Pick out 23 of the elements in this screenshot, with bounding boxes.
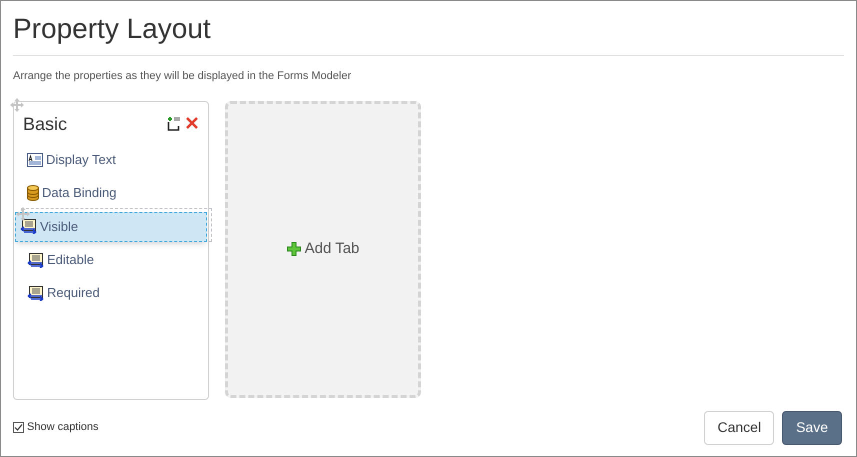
form-field-icon (27, 252, 44, 268)
property-item[interactable]: Data Binding (23, 176, 199, 210)
show-captions-checkbox[interactable]: Show captions (13, 419, 99, 436)
database-icon (27, 185, 39, 201)
move-icon[interactable] (15, 206, 31, 222)
add-tab-area[interactable]: Add Tab (225, 100, 421, 398)
add-field-icon[interactable] (166, 116, 181, 130)
form-field-icon (27, 286, 44, 300)
add-tab-label: Add Tab (304, 238, 360, 259)
delete-icon[interactable] (185, 116, 199, 130)
page-title: Property Layout (13, 12, 212, 46)
check-icon (14, 423, 23, 432)
cancel-button[interactable]: Cancel (704, 410, 774, 444)
property-item[interactable]: Visible (15, 212, 207, 242)
property-item[interactable]: Editable (23, 244, 199, 276)
form-field-icon (20, 219, 37, 234)
save-button[interactable]: Save (782, 410, 842, 444)
text-field-icon (27, 153, 43, 167)
tab-title: Basic (23, 112, 68, 136)
plus-icon (286, 242, 301, 256)
property-item[interactable]: Display Text (23, 144, 199, 176)
property-item[interactable]: Required (23, 276, 199, 310)
subtitle: Arrange the properties as they will be displayed in the Forms Modeler (13, 69, 352, 84)
